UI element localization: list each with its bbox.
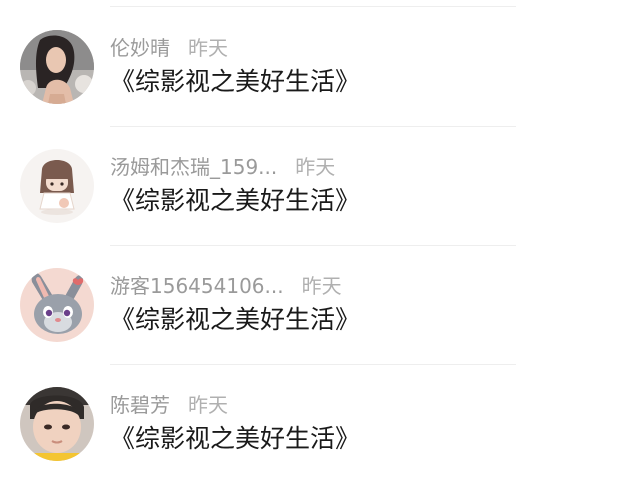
comment-meta: 游客156454106... 昨天	[110, 273, 342, 299]
user-avatar[interactable]	[20, 268, 94, 342]
user-avatar[interactable]	[20, 387, 94, 461]
comment-item[interactable]: 伦妙晴 昨天 《综影视之美好生活》	[0, 8, 640, 127]
comment-item[interactable]: 陈碧芳 昨天 《综影视之美好生活》	[0, 365, 640, 482]
comment-list: 伦妙晴 昨天 《综影视之美好生活》 汤姆和杰瑞_159... 昨天 《综影视之美好生…	[0, 0, 640, 482]
comment-time: 昨天	[188, 36, 228, 60]
comment-text: 《综影视之美好生活》	[110, 305, 361, 334]
comment-time: 昨天	[301, 274, 342, 298]
username[interactable]: 陈碧芳	[110, 393, 170, 417]
comment-text: 《综影视之美好生活》	[110, 424, 361, 453]
username[interactable]: 游客156454106...	[110, 274, 284, 298]
comment-time: 昨天	[295, 155, 336, 179]
username[interactable]: 伦妙晴	[110, 36, 170, 60]
comment-item[interactable]: 汤姆和杰瑞_159... 昨天 《综影视之美好生活》	[0, 127, 640, 246]
comment-meta: 伦妙晴 昨天	[110, 35, 228, 61]
comment-meta: 汤姆和杰瑞_159... 昨天	[110, 154, 335, 180]
user-avatar[interactable]	[20, 149, 94, 223]
comment-text: 《综影视之美好生活》	[110, 67, 361, 96]
comment-meta: 陈碧芳 昨天	[110, 392, 228, 418]
comment-item[interactable]: 游客156454106... 昨天 《综影视之美好生活》	[0, 246, 640, 365]
comment-text: 《综影视之美好生活》	[110, 186, 361, 215]
username[interactable]: 汤姆和杰瑞_159...	[110, 155, 277, 179]
comment-time: 昨天	[188, 393, 228, 417]
user-avatar[interactable]	[20, 30, 94, 104]
divider	[110, 6, 516, 7]
